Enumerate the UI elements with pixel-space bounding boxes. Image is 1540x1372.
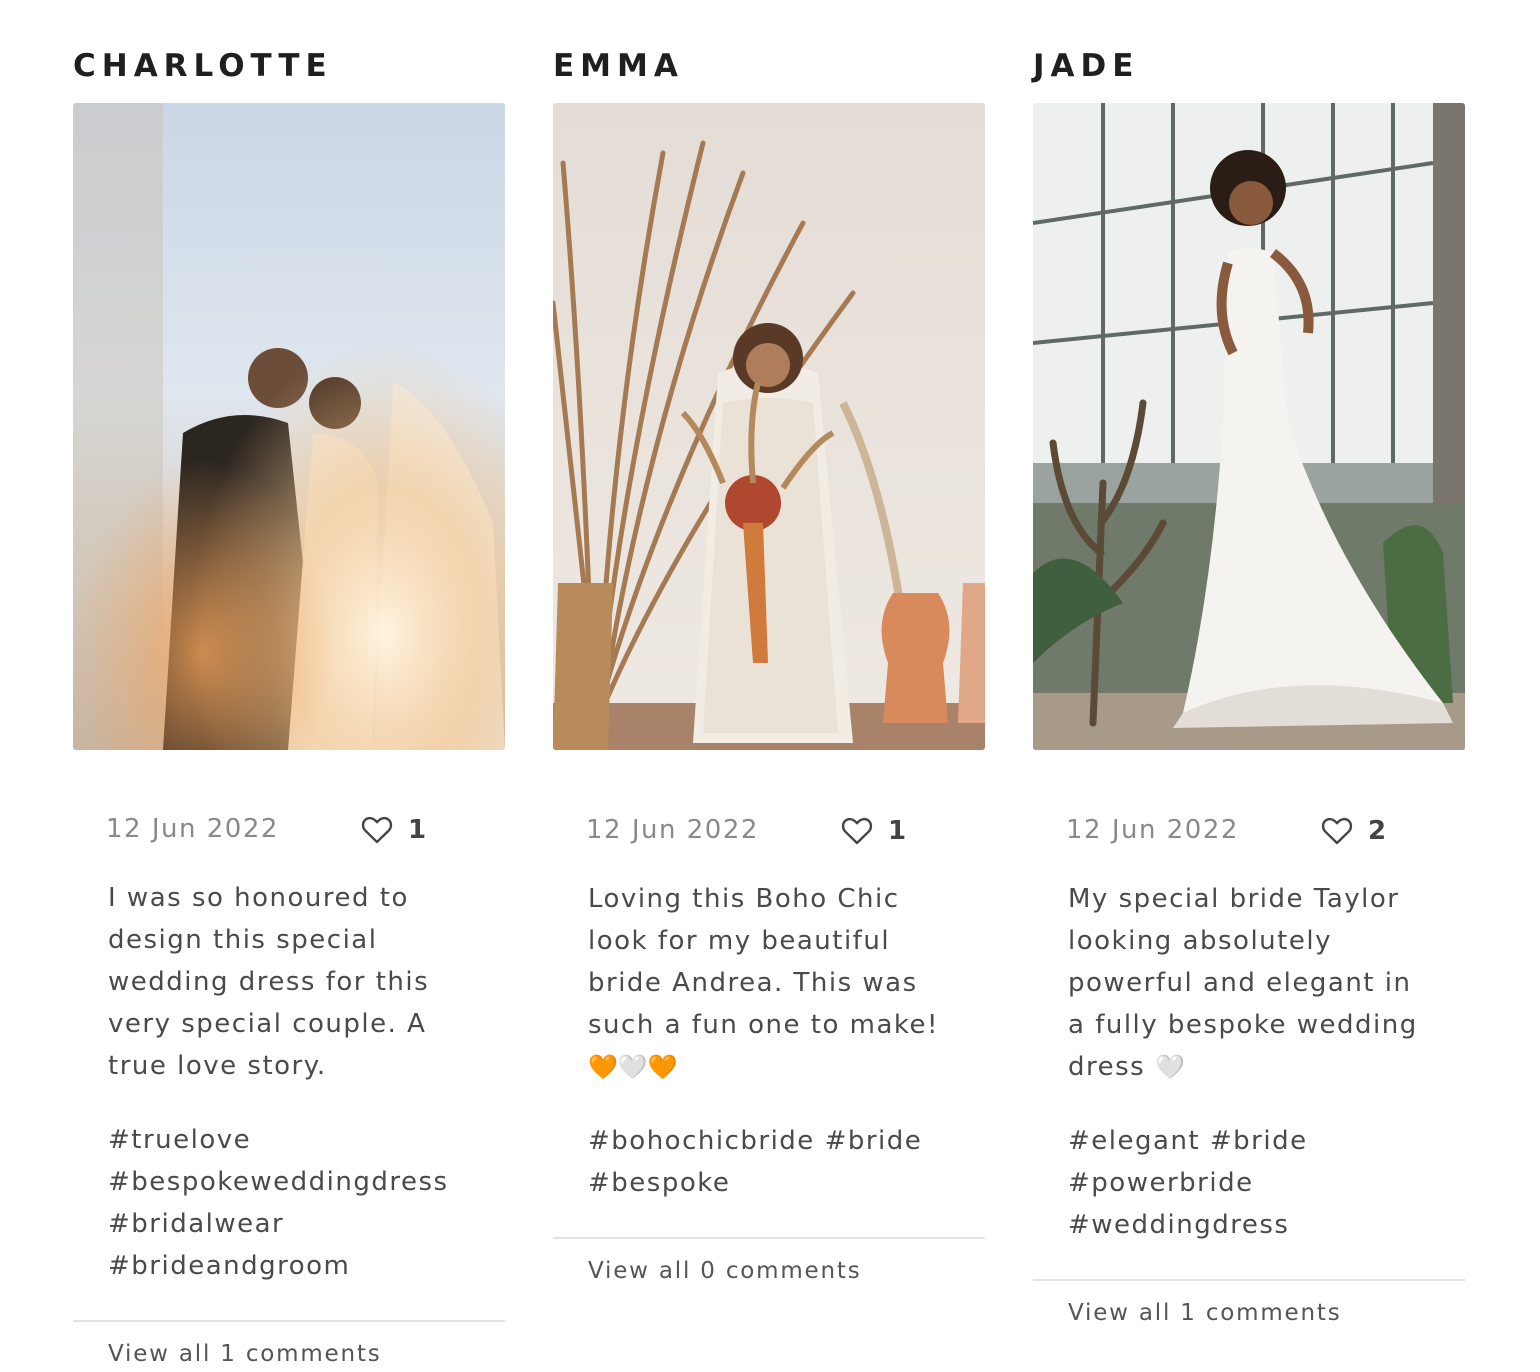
post-caption: Loving this Boho Chic look for my beauti… <box>588 878 958 1088</box>
author-name[interactable]: EMMA <box>553 46 684 86</box>
hashtag[interactable]: #bridalwear <box>108 1209 284 1239</box>
view-comments-link[interactable]: View all 1 comments <box>1068 1300 1341 1326</box>
hashtag[interactable]: #bride <box>1210 1126 1308 1156</box>
view-comments-link[interactable]: View all 0 comments <box>588 1258 861 1284</box>
hashtag[interactable]: #truelove <box>108 1125 251 1155</box>
divider <box>73 1320 505 1322</box>
like-count: 1 <box>408 815 427 845</box>
post-meta: 12 Jun 2022 1 <box>106 810 466 850</box>
post-caption: I was so honoured to design this special… <box>108 877 478 1087</box>
post-photo[interactable] <box>1033 103 1465 750</box>
post-meta: 12 Jun 2022 1 <box>586 811 946 851</box>
like-count: 2 <box>1368 816 1387 846</box>
caption-text: Loving this Boho Chic look for my beauti… <box>588 884 939 1040</box>
orange-heart-icon: 🧡 <box>588 1053 618 1081</box>
post-hashtags: #elegant #bride #powerbride #weddingdres… <box>1068 1120 1448 1246</box>
hashtag[interactable]: #brideandgroom <box>108 1251 350 1281</box>
white-heart-icon: 🤍 <box>617 1053 648 1081</box>
hashtag[interactable]: #bohochicbride <box>588 1126 815 1156</box>
author-name[interactable]: CHARLOTTE <box>73 46 333 86</box>
caption-text: My special bride Taylor looking absolute… <box>1068 884 1418 1082</box>
post-photo[interactable] <box>553 103 985 750</box>
post-grid: CHARLOTTE 12 Jun 2022 1 I was so honoure… <box>73 0 1465 1372</box>
view-comments-link[interactable]: View all 1 comments <box>108 1341 381 1367</box>
post-hashtags: #bohochicbride #bride #bespoke <box>588 1120 968 1204</box>
author-name[interactable]: JADE <box>1033 46 1139 86</box>
heart-icon <box>841 817 873 845</box>
hashtag[interactable]: #weddingdress <box>1068 1210 1289 1240</box>
divider <box>553 1237 985 1239</box>
post-photo[interactable] <box>73 103 505 750</box>
post-hashtags: #truelove #bespokeweddingdress #bridalwe… <box>108 1119 488 1287</box>
post-date: 12 Jun 2022 <box>586 815 759 845</box>
like-button[interactable]: 2 <box>1321 815 1386 847</box>
post-meta: 12 Jun 2022 2 <box>1066 811 1426 851</box>
like-button[interactable]: 1 <box>841 815 906 847</box>
hashtag[interactable]: #bespoke <box>588 1168 730 1198</box>
hashtag[interactable]: #powerbride <box>1068 1168 1254 1198</box>
like-count: 1 <box>888 816 907 846</box>
boho-bride-pampas-photo <box>553 103 985 750</box>
couple-veil-sunset-photo <box>73 103 505 750</box>
post-date: 12 Jun 2022 <box>1066 815 1239 845</box>
heart-icon <box>1321 817 1353 845</box>
post-caption: My special bride Taylor looking absolute… <box>1068 878 1438 1088</box>
hashtag[interactable]: #elegant <box>1068 1126 1200 1156</box>
divider <box>1033 1279 1465 1281</box>
like-button[interactable]: 1 <box>361 814 426 846</box>
orange-heart-icon: 🧡 <box>647 1053 678 1081</box>
hashtag[interactable]: #bespokeweddingdress <box>108 1167 449 1197</box>
heart-icon <box>361 816 393 844</box>
bride-greenhouse-photo <box>1033 103 1465 750</box>
white-heart-icon: 🤍 <box>1154 1053 1185 1081</box>
hashtag[interactable]: #bride <box>825 1126 923 1156</box>
caption-text: I was so honoured to design this special… <box>108 883 430 1081</box>
post-date: 12 Jun 2022 <box>106 814 279 844</box>
